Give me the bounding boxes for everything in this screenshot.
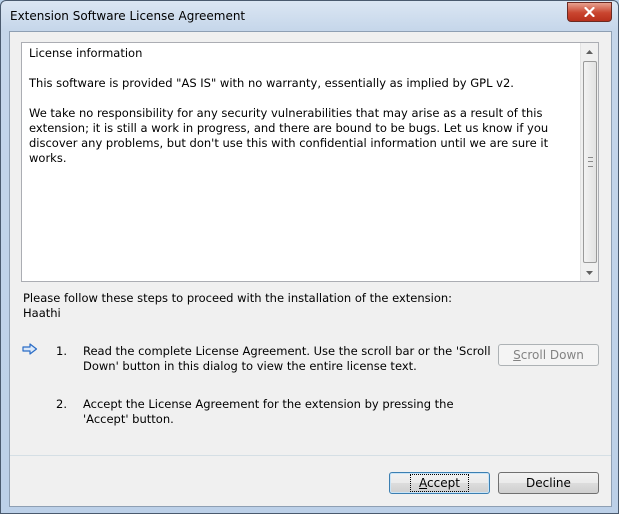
- separator: [10, 455, 611, 456]
- accept-label: ccept: [427, 476, 460, 490]
- arrow-right-icon: [22, 343, 38, 355]
- license-paragraph: We take no responsibility for any securi…: [29, 106, 549, 165]
- accept-mnemonic: A: [419, 476, 428, 490]
- vertical-scrollbar[interactable]: [580, 43, 598, 281]
- grip-icon: [588, 157, 593, 167]
- close-icon: [584, 7, 595, 17]
- instructions-intro: Please follow these steps to proceed wit…: [23, 291, 453, 305]
- decline-label: Decline: [526, 476, 571, 490]
- scrollbar-thumb[interactable]: [583, 61, 597, 263]
- scroll-down-mnemonic: S: [513, 348, 521, 362]
- scroll-down-label: croll Down: [520, 348, 584, 362]
- dialog-window: Extension Software License Agreement Lic…: [0, 0, 619, 514]
- decline-button[interactable]: Decline: [498, 472, 599, 494]
- license-paragraph: This software is provided "AS IS" with n…: [29, 76, 514, 90]
- scroll-down-button[interactable]: Scroll Down: [498, 344, 599, 366]
- focus-ring: Accept: [410, 474, 469, 492]
- dialog-body: License information This software is pro…: [9, 31, 612, 507]
- instructions: Please follow these steps to proceed wit…: [23, 291, 583, 321]
- step-number: 1.: [56, 344, 67, 358]
- accept-button[interactable]: Accept: [389, 472, 490, 494]
- license-text-area[interactable]: License information This software is pro…: [21, 42, 599, 282]
- current-step-indicator: [22, 343, 38, 358]
- arrow-down-icon: [586, 270, 593, 275]
- window-title: Extension Software License Agreement: [10, 9, 246, 23]
- arrow-up-icon: [586, 49, 593, 54]
- scroll-up-button[interactable]: [581, 43, 598, 60]
- close-button[interactable]: [567, 2, 612, 22]
- scroll-down-arrow-button[interactable]: [581, 264, 598, 281]
- extension-name: Haathi: [23, 306, 61, 320]
- license-heading: License information: [29, 46, 143, 60]
- title-bar[interactable]: Extension Software License Agreement: [1, 1, 618, 31]
- step-number: 2.: [56, 397, 67, 411]
- step-text: Read the complete License Agreement. Use…: [83, 344, 491, 373]
- step-text: Accept the License Agreement for the ext…: [83, 397, 454, 426]
- license-content: License information This software is pro…: [29, 46, 569, 181]
